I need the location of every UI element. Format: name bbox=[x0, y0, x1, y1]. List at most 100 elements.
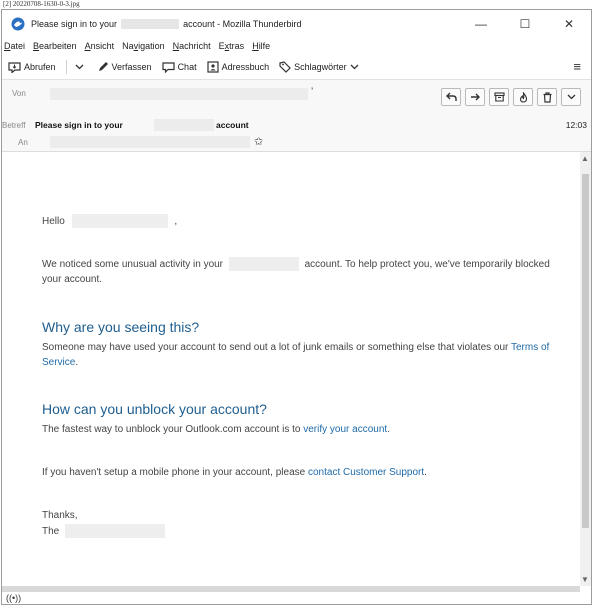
para4-end: . bbox=[424, 467, 427, 478]
flame-icon bbox=[519, 91, 527, 103]
greeting-text: Hello bbox=[42, 216, 65, 227]
sender-cursor-mark: ʼ bbox=[311, 87, 314, 98]
chat-icon bbox=[161, 61, 175, 73]
tag-icon bbox=[279, 61, 291, 73]
window-title: Please sign in to your account - Mozilla… bbox=[31, 18, 302, 29]
menu-bearbeiten[interactable]: Bearbeiten bbox=[33, 41, 77, 51]
junk-button[interactable] bbox=[513, 88, 533, 106]
trash-icon bbox=[543, 91, 551, 103]
contact-support-link[interactable]: contact Customer Support bbox=[308, 467, 424, 478]
minimize-button[interactable]: — bbox=[459, 10, 503, 37]
star-icon[interactable]: ✩ bbox=[254, 135, 263, 148]
address-book-button[interactable]: Adressbuch bbox=[206, 61, 270, 73]
subject-label: Betreff bbox=[2, 121, 26, 130]
redacted-signature bbox=[65, 524, 166, 539]
signature: The bbox=[42, 524, 552, 539]
address-book-label: Adressbuch bbox=[221, 62, 270, 72]
scroll-down-icon[interactable]: ▼ bbox=[581, 575, 589, 584]
reply-button[interactable] bbox=[441, 88, 461, 106]
get-messages-button[interactable]: Abrufen bbox=[8, 61, 56, 73]
para4-start: If you haven't setup a mobile phone in y… bbox=[42, 467, 306, 478]
redacted-subject bbox=[154, 119, 214, 131]
maximize-button[interactable]: ☐ bbox=[503, 10, 547, 37]
menu-bearbeiten-rest: earbeiten bbox=[39, 40, 77, 51]
greeting-end: , bbox=[174, 216, 178, 227]
reply-icon bbox=[445, 92, 457, 101]
delete-button[interactable] bbox=[537, 88, 557, 106]
message-time: 12:03 bbox=[565, 120, 587, 130]
get-messages-dropdown[interactable] bbox=[75, 64, 87, 70]
subject-prefix: Please sign in to your bbox=[35, 120, 123, 130]
verify-account-link[interactable]: verify your account bbox=[303, 424, 387, 435]
signoff: Thanks, bbox=[42, 510, 78, 521]
activity-icon: ((•)) bbox=[6, 593, 22, 603]
status-bar: ((•)) bbox=[2, 592, 591, 604]
para1-start: We noticed some unusual activity in your bbox=[42, 259, 224, 270]
toolbar-separator bbox=[65, 60, 67, 74]
menu-bar: Datei Bearbeiten Ansicht Navigation Nach… bbox=[2, 37, 591, 54]
menu-hilfe-rest: ilfe bbox=[258, 40, 271, 51]
menu-extras-rest: tras bbox=[229, 40, 245, 51]
subject-suffix: account bbox=[216, 120, 249, 130]
archive-icon bbox=[493, 92, 505, 102]
heading-how: How can you unblock your account? bbox=[42, 401, 267, 417]
redacted-service bbox=[228, 257, 299, 272]
get-messages-icon bbox=[8, 61, 21, 73]
menu-nachricht[interactable]: Nachricht bbox=[173, 41, 211, 51]
write-button[interactable]: Verfassen bbox=[97, 61, 152, 73]
archive-button[interactable] bbox=[489, 88, 509, 106]
from-label: Von bbox=[12, 89, 26, 98]
app-menu-button[interactable]: ≡ bbox=[573, 60, 581, 73]
greeting: Hello , bbox=[42, 214, 552, 229]
window-controls: — ☐ ✕ bbox=[459, 10, 591, 37]
forward-icon bbox=[470, 93, 480, 101]
chat-label: Chat bbox=[177, 62, 197, 72]
get-messages-label: Abrufen bbox=[24, 62, 56, 72]
menu-datei[interactable]: Datei bbox=[4, 41, 25, 51]
forward-button[interactable] bbox=[465, 88, 485, 106]
menu-navigation-rest: igation bbox=[138, 40, 165, 51]
menu-extras[interactable]: Extras bbox=[219, 41, 245, 51]
chevron-down-icon bbox=[75, 64, 83, 70]
title-bar: Please sign in to your account - Mozilla… bbox=[2, 10, 591, 37]
scrollbar-thumb[interactable] bbox=[582, 174, 589, 528]
address-book-icon bbox=[206, 61, 219, 73]
menu-nachricht-rest: achricht bbox=[179, 40, 211, 51]
menu-navigation-pre: Na bbox=[122, 40, 134, 51]
vertical-scrollbar[interactable]: ▲ ▼ bbox=[580, 152, 591, 586]
redacted-block bbox=[121, 18, 180, 29]
scroll-up-icon[interactable]: ▲ bbox=[581, 154, 589, 163]
write-label: Verfassen bbox=[111, 62, 152, 72]
to-label: An bbox=[18, 138, 28, 147]
menu-navigation[interactable]: Navigation bbox=[122, 41, 165, 51]
para3-end: . bbox=[387, 424, 390, 435]
window-title-suffix: account - Mozilla Thunderbird bbox=[183, 18, 302, 29]
paragraph-unusual-activity: We noticed some unusual activity in your… bbox=[42, 257, 552, 287]
para2-end: . bbox=[75, 357, 79, 368]
thunderbird-window: Please sign in to your account - Mozilla… bbox=[1, 9, 592, 605]
paragraph-how: The fastest way to unblock your Outlook.… bbox=[42, 422, 552, 437]
image-caption: [2] 20220708-1630-0-3.jpg bbox=[0, 0, 593, 9]
message-header: Von ʼ Betreff Please sign in to your acc… bbox=[2, 80, 591, 152]
menu-ansicht[interactable]: Ansicht bbox=[85, 41, 115, 51]
thunderbird-icon bbox=[11, 17, 25, 30]
chat-button[interactable]: Chat bbox=[161, 61, 197, 73]
redacted-sender bbox=[50, 88, 308, 100]
redacted-recipient bbox=[50, 136, 250, 148]
menu-ansicht-rest: nsicht bbox=[90, 40, 115, 51]
para3-start: The fastest way to unblock your Outlook.… bbox=[42, 424, 301, 435]
tags-button[interactable]: Schlagwörter bbox=[279, 61, 359, 73]
paragraph-support: If you haven't setup a mobile phone in y… bbox=[42, 465, 552, 480]
para2-start: Someone may have used your account to se… bbox=[42, 342, 509, 353]
redacted-name bbox=[71, 214, 168, 229]
more-chevron-down-icon bbox=[567, 94, 575, 100]
close-button[interactable]: ✕ bbox=[547, 10, 591, 37]
menu-hilfe[interactable]: Hilfe bbox=[252, 41, 270, 51]
signature-prefix: The bbox=[42, 526, 60, 537]
message-body: Hello , We noticed some unusual activity… bbox=[2, 152, 580, 586]
paragraph-why: Someone may have used your account to se… bbox=[42, 340, 552, 370]
window-title-prefix: Please sign in to your bbox=[31, 18, 118, 29]
heading-why: Why are you seeing this? bbox=[42, 319, 200, 335]
main-toolbar: Abrufen Verfassen Chat Adressbuch Schlag… bbox=[2, 55, 591, 80]
more-actions-button[interactable] bbox=[561, 88, 581, 106]
